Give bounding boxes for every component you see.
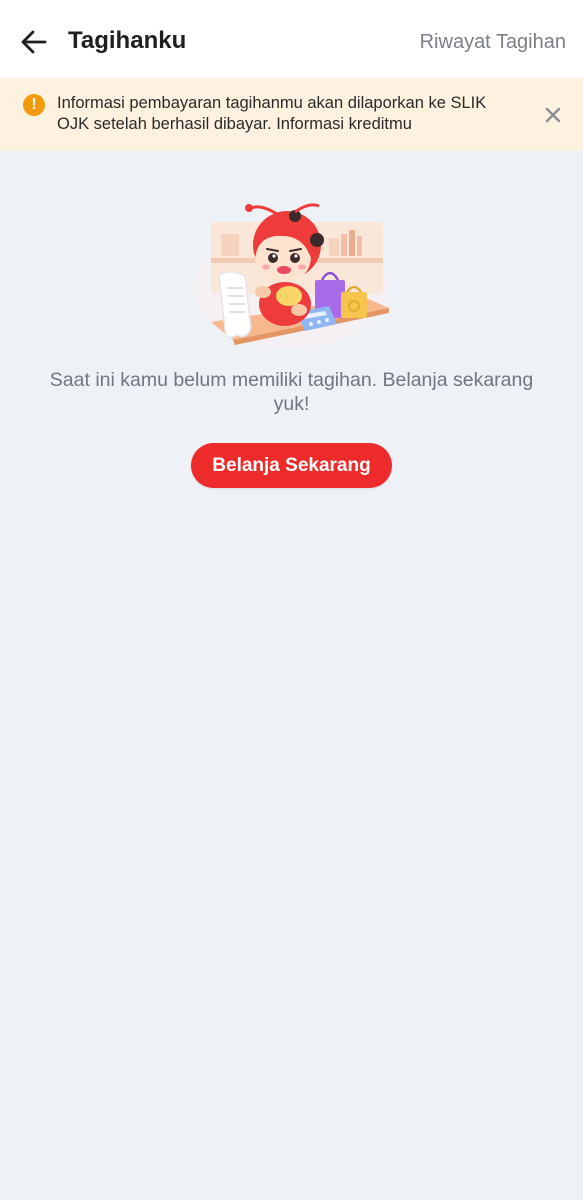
shop-now-button[interactable]: Belanja Sekarang (191, 443, 392, 488)
empty-state-message: Saat ini kamu belum memiliki tagihan. Be… (49, 369, 534, 415)
close-banner-button[interactable] (540, 102, 566, 128)
bill-history-link[interactable]: Riwayat Tagihan (420, 28, 566, 56)
back-button[interactable] (14, 22, 54, 62)
info-banner-text: Informasi pembayaran tagihanmu akan dila… (57, 94, 487, 133)
page-title: Tagihanku (68, 27, 187, 54)
close-icon (545, 107, 561, 123)
top-app-bar: Tagihanku Riwayat Tagihan (0, 0, 583, 78)
arrow-left-icon (21, 30, 47, 54)
ladybug-mascot-shopping-illustration (194, 203, 389, 348)
exclamation-icon: ! (23, 94, 45, 116)
